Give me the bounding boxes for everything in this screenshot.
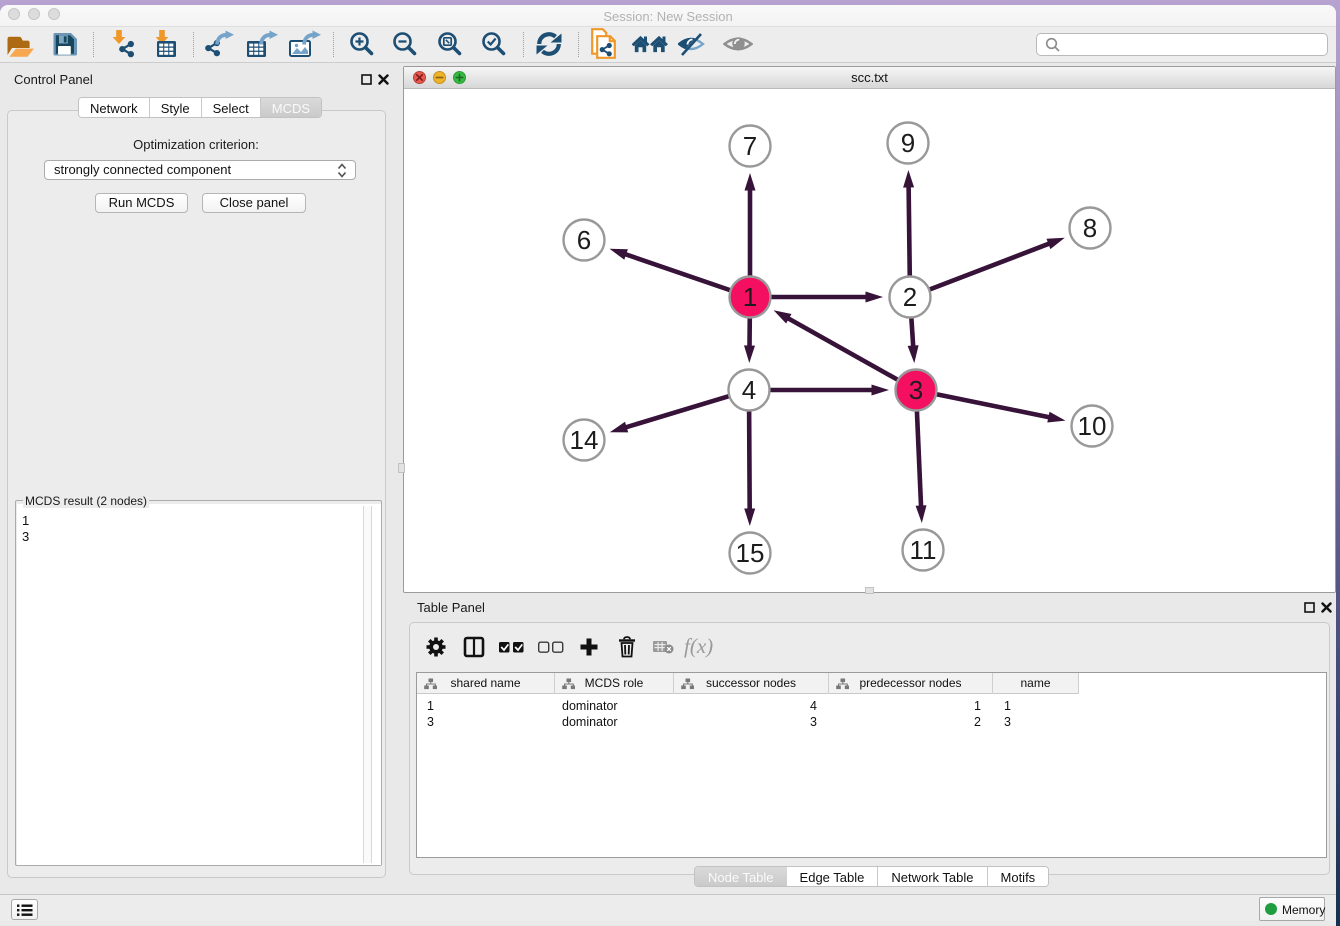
svg-text:6: 6: [577, 225, 591, 255]
svg-text:9: 9: [901, 128, 915, 158]
svg-text:15: 15: [736, 538, 765, 568]
svg-text:f(x): f(x): [684, 634, 713, 658]
svg-text:2: 2: [903, 282, 917, 312]
svg-text:4: 4: [742, 375, 756, 405]
svg-text:10: 10: [1078, 411, 1107, 441]
svg-text:14: 14: [570, 425, 599, 455]
svg-text:1: 1: [743, 282, 757, 312]
svg-text:3: 3: [909, 375, 923, 405]
svg-text:8: 8: [1083, 213, 1097, 243]
svg-text:11: 11: [910, 535, 937, 565]
svg-text:7: 7: [743, 131, 757, 161]
